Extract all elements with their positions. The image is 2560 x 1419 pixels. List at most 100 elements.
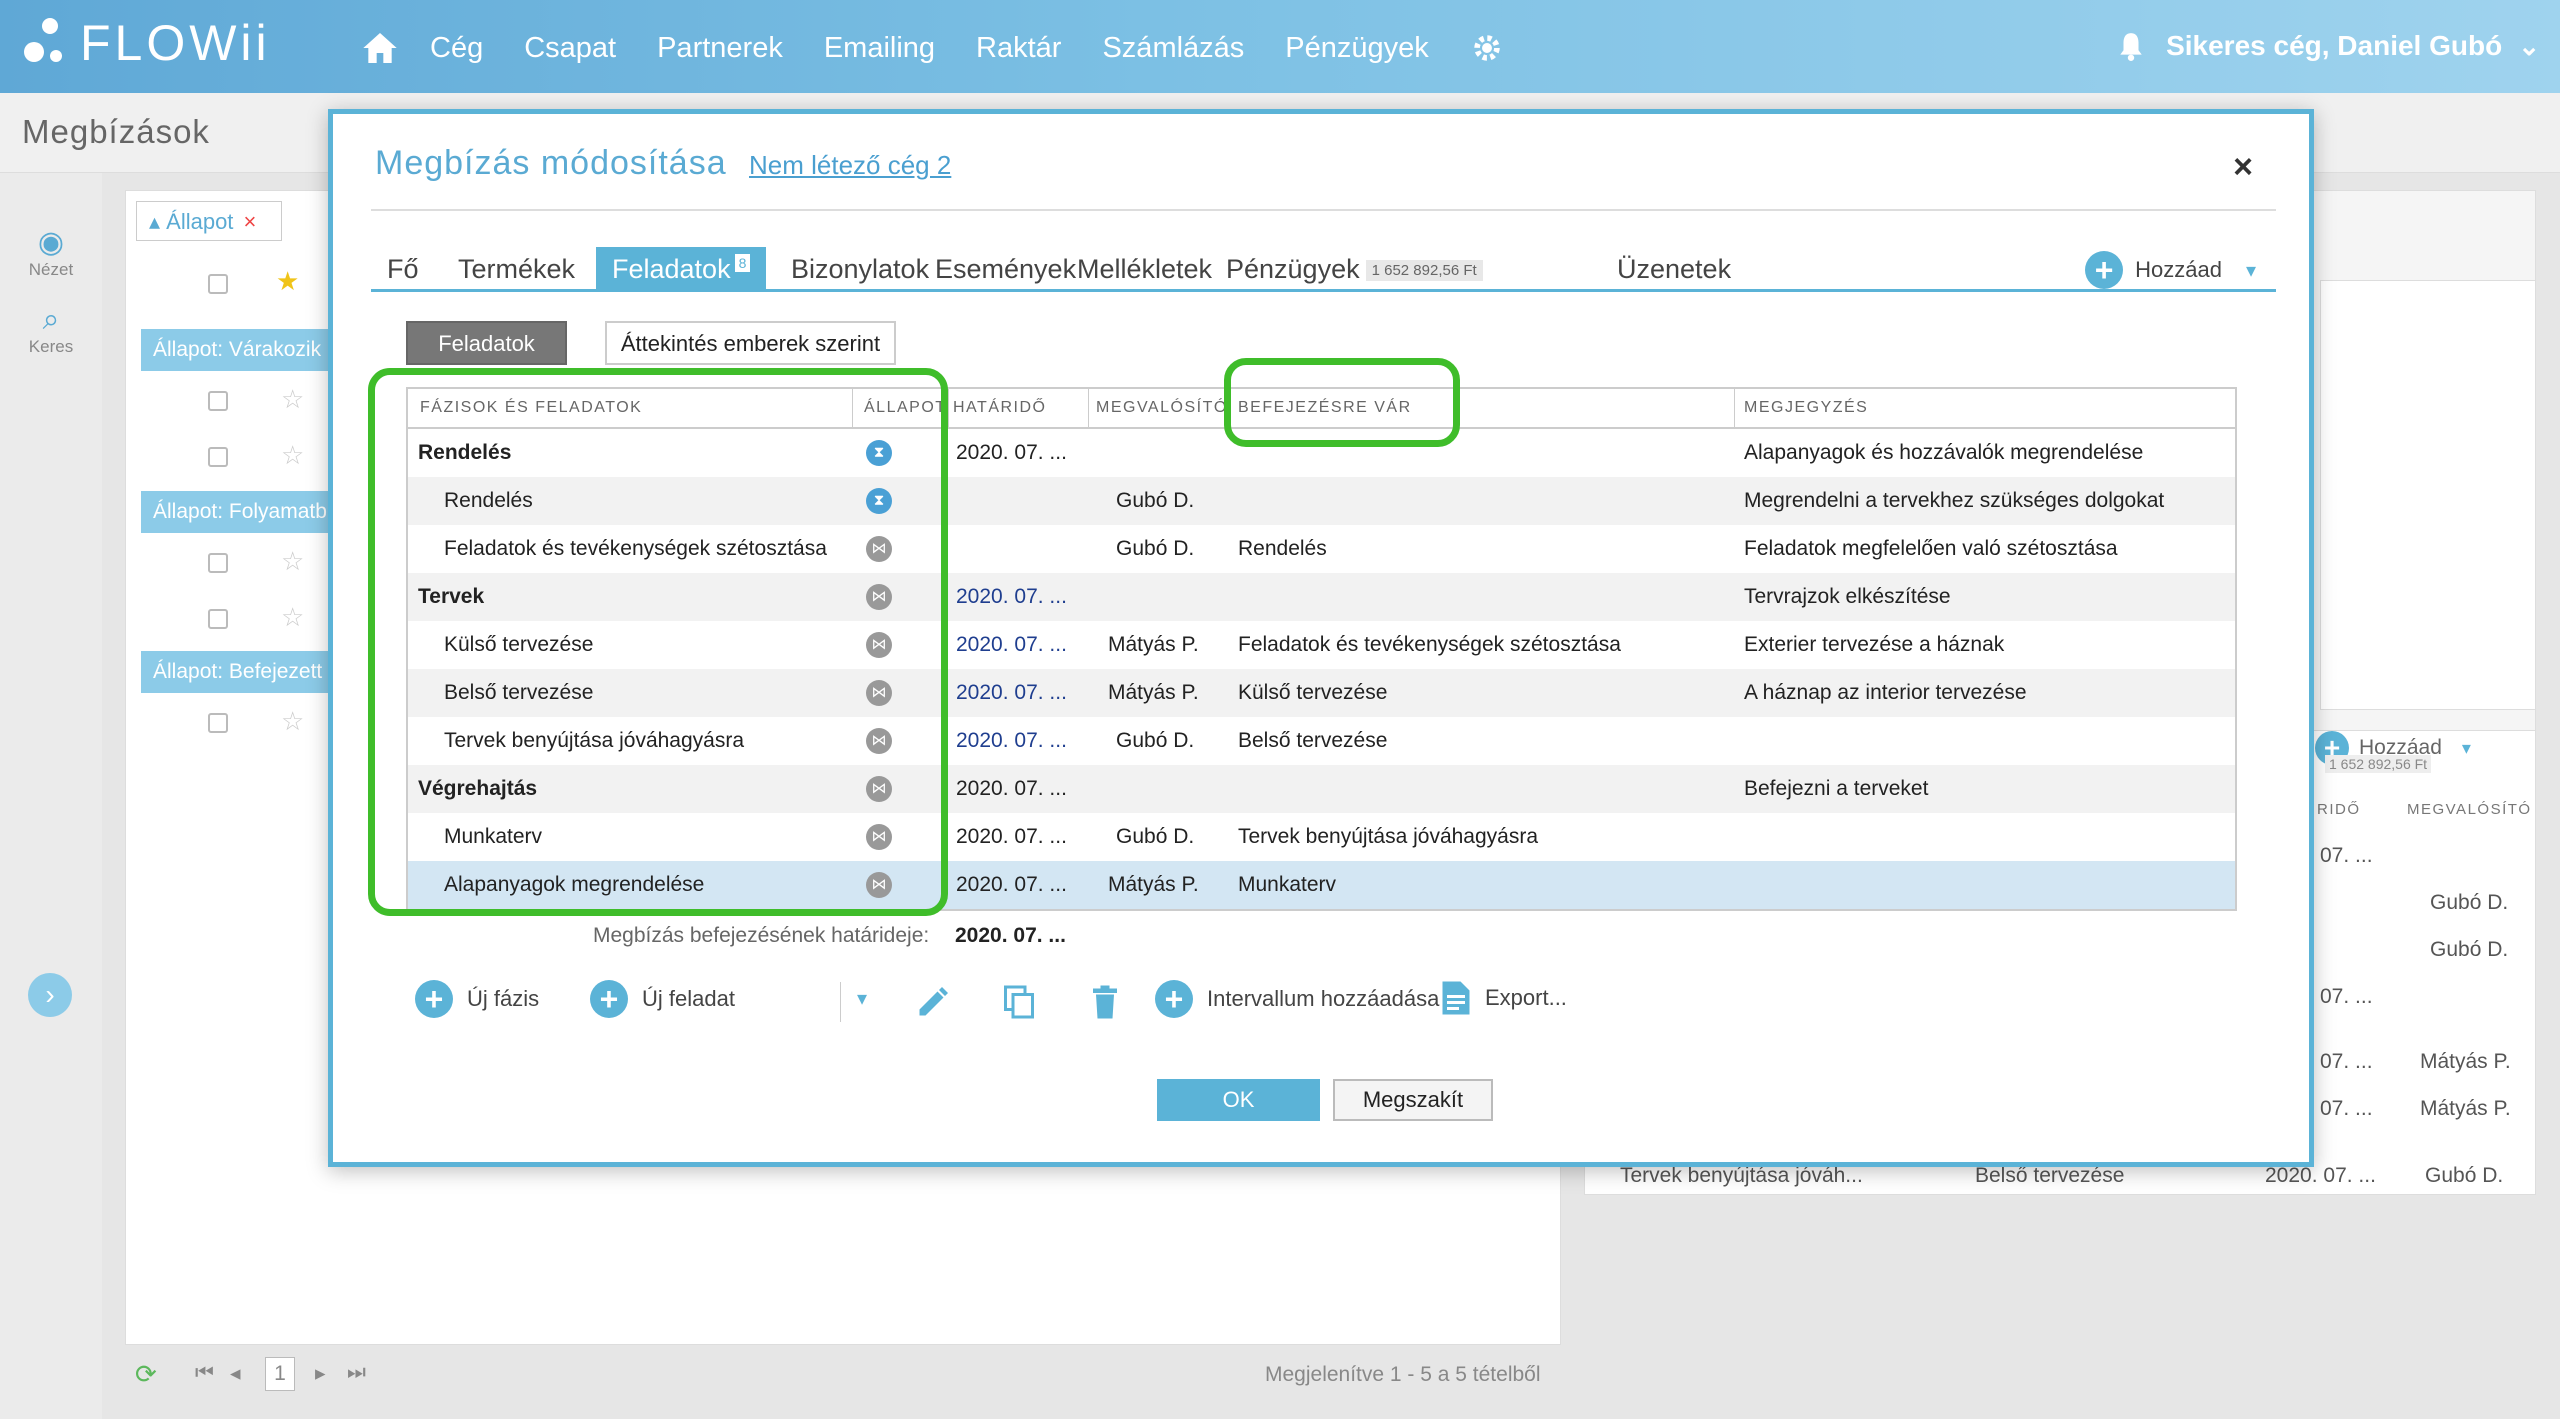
prev-page-icon[interactable]: ◂	[230, 1361, 241, 1386]
tab-label: Bizonylatok	[791, 254, 930, 284]
nav-item-invoicing[interactable]: Számlázás	[1102, 32, 1244, 65]
nav-item-team[interactable]: Csapat	[524, 32, 616, 65]
expand-arrow-icon[interactable]: ›	[28, 973, 72, 1017]
highlight-status-column	[368, 368, 948, 916]
search-button[interactable]: ⌕ Keres	[0, 303, 102, 357]
tab-tasks[interactable]: Feladatok 8	[596, 247, 767, 289]
page-title: Megbízások	[22, 113, 210, 150]
detail-row-impl: Gubó D.	[2430, 938, 2509, 961]
row-checkbox[interactable]	[208, 609, 228, 629]
caret-down-icon[interactable]: ▾	[2246, 258, 2256, 283]
by-people-view-button[interactable]: Áttekintés emberek szerint	[605, 321, 896, 365]
star-icon[interactable]: ☆	[281, 440, 304, 471]
task-waits-for: Feladatok és tevékenységek szétosztása	[1238, 633, 1621, 656]
task-note: Befejezni a terveket	[1744, 777, 1929, 800]
row-checkbox[interactable]	[208, 447, 228, 467]
tab-products[interactable]: Termékek	[458, 247, 575, 289]
group-bar-finished[interactable]: Állapot: Befejezett	[141, 651, 341, 693]
tab-label: Fő	[387, 254, 419, 284]
row-checkbox[interactable]	[208, 553, 228, 573]
detail-row-date: 07. ...	[2320, 844, 2373, 867]
tab-events[interactable]: Események	[935, 247, 1076, 289]
tab-main[interactable]: Fő	[387, 247, 419, 289]
star-icon[interactable]: ☆	[281, 546, 304, 577]
ok-button[interactable]: OK	[1157, 1079, 1320, 1121]
detail-row-impl: Mátyás P.	[2420, 1097, 2511, 1120]
edit-pencil-icon[interactable]	[915, 984, 951, 1020]
detail-row-date: 2020. 07. ...	[2265, 1164, 2376, 1187]
company-link[interactable]: Nem létező cég 2	[749, 150, 951, 181]
refresh-icon[interactable]: ⟳	[135, 1359, 157, 1390]
new-phase-button[interactable]: + Új fázis	[415, 980, 539, 1018]
task-implementer: Gubó D.	[1116, 537, 1195, 560]
gear-icon[interactable]	[1470, 31, 1504, 65]
plus-icon: +	[415, 980, 453, 1018]
nav-item-company[interactable]: Cég	[430, 32, 483, 65]
search-icon: ⌕	[42, 303, 60, 336]
tab-attachments[interactable]: Mellékletek	[1077, 247, 1212, 289]
trash-icon[interactable]	[1087, 984, 1123, 1020]
new-task-button[interactable]: + Új feladat	[590, 980, 735, 1018]
row-checkbox[interactable]	[208, 713, 228, 733]
nav-item-partners[interactable]: Partnerek	[657, 32, 783, 65]
user-name: Sikeres cég, Daniel Gubó	[2166, 30, 2503, 61]
add-interval-button[interactable]: + Intervallum hozzáadása	[1155, 980, 1439, 1018]
col-header-note[interactable]: MEGJEGYZÉS	[1744, 399, 1868, 417]
top-navigation-bar: FLOWii Cég Csapat Partnerek Emailing Rak…	[0, 0, 2560, 93]
home-icon[interactable]	[360, 28, 400, 68]
tab-label: Pénzügyek	[1226, 254, 1360, 284]
task-waits-for: Külső tervezése	[1238, 681, 1388, 704]
group-bar-waiting[interactable]: Állapot: Várakozik	[141, 329, 341, 371]
detail-row-date: 07. ...	[2320, 1050, 2373, 1073]
tab-label: Üzenetek	[1617, 254, 1732, 284]
next-page-icon[interactable]: ▸	[315, 1361, 326, 1386]
new-task-dropdown-icon[interactable]: ▾	[857, 986, 867, 1011]
cancel-button[interactable]: Megszakít	[1333, 1079, 1493, 1121]
detail-row-impl: Mátyás P.	[2420, 1050, 2511, 1073]
col-header-deadline[interactable]: HATÁRIDŐ	[953, 399, 1046, 417]
star-icon[interactable]: ★	[276, 266, 299, 297]
copy-icon[interactable]	[1001, 984, 1037, 1020]
task-deadline: 2020. 07. ...	[956, 585, 1067, 608]
export-button[interactable]: Export...	[1441, 980, 1567, 1016]
remove-filter-icon[interactable]: ×	[243, 209, 256, 234]
tasks-view-button[interactable]: Feladatok	[406, 321, 567, 365]
detail-row-date: 07. ...	[2320, 985, 2373, 1008]
tasks-count-badge: 8	[734, 254, 751, 272]
close-icon[interactable]: ×	[2233, 148, 2253, 187]
flowii-logo[interactable]: FLOWii	[20, 12, 271, 74]
nav-item-finances[interactable]: Pénzügyek	[1285, 32, 1429, 65]
first-page-icon[interactable]: ⏮	[195, 1361, 214, 1385]
logo-icon	[20, 12, 72, 74]
page-number[interactable]: 1	[265, 1357, 295, 1391]
nav-item-emailing[interactable]: Emailing	[824, 32, 935, 65]
col-header-implementer[interactable]: MEGVALÓSÍTÓ	[1096, 399, 1228, 417]
task-implementer: Gubó D.	[1116, 825, 1195, 848]
select-all-checkbox[interactable]	[208, 274, 228, 294]
task-deadline: 2020. 07. ...	[956, 825, 1067, 848]
nav-item-warehouse[interactable]: Raktár	[976, 32, 1061, 65]
deadline-label: Megbízás befejezésének határideje:	[593, 924, 930, 947]
add-button[interactable]: + Hozzáad ▾	[2085, 251, 2256, 289]
star-icon[interactable]: ☆	[281, 706, 304, 737]
row-checkbox[interactable]	[208, 391, 228, 411]
col-header-implementer: MEGVALÓSÍTÓ	[2407, 801, 2532, 818]
status-filter-chip[interactable]: ▴ Állapot ×	[136, 201, 282, 241]
user-menu[interactable]: Sikeres cég, Daniel Gubó ⌄	[2118, 30, 2540, 62]
star-icon[interactable]: ☆	[281, 602, 304, 633]
last-page-icon[interactable]: ⏭	[347, 1361, 366, 1385]
tab-messages[interactable]: Üzenetek	[1617, 247, 1731, 289]
task-implementer: Gubó D.	[1116, 729, 1195, 752]
modal-title: Megbízás módosítása	[375, 144, 727, 182]
caret-down-icon: ▾	[2461, 737, 2471, 758]
view-button[interactable]: ◉ Nézet	[0, 225, 102, 280]
pager-info: Megjelenítve 1 - 5 a 5 tételből	[1265, 1363, 1541, 1386]
plus-icon: +	[590, 980, 628, 1018]
star-icon[interactable]: ☆	[281, 384, 304, 415]
tab-finances[interactable]: Pénzügyek 1 652 892,56 Ft	[1226, 247, 1483, 289]
tab-documents[interactable]: Bizonylatok	[791, 247, 929, 289]
group-bar-in-progress[interactable]: Állapot: Folyamatb	[141, 491, 341, 533]
bell-icon[interactable]	[2118, 31, 2144, 61]
detail-row-task: Tervek benyújtása jóváh...	[1620, 1164, 1863, 1187]
task-note: Feladatok megfelelően való szétosztása	[1744, 537, 2118, 560]
